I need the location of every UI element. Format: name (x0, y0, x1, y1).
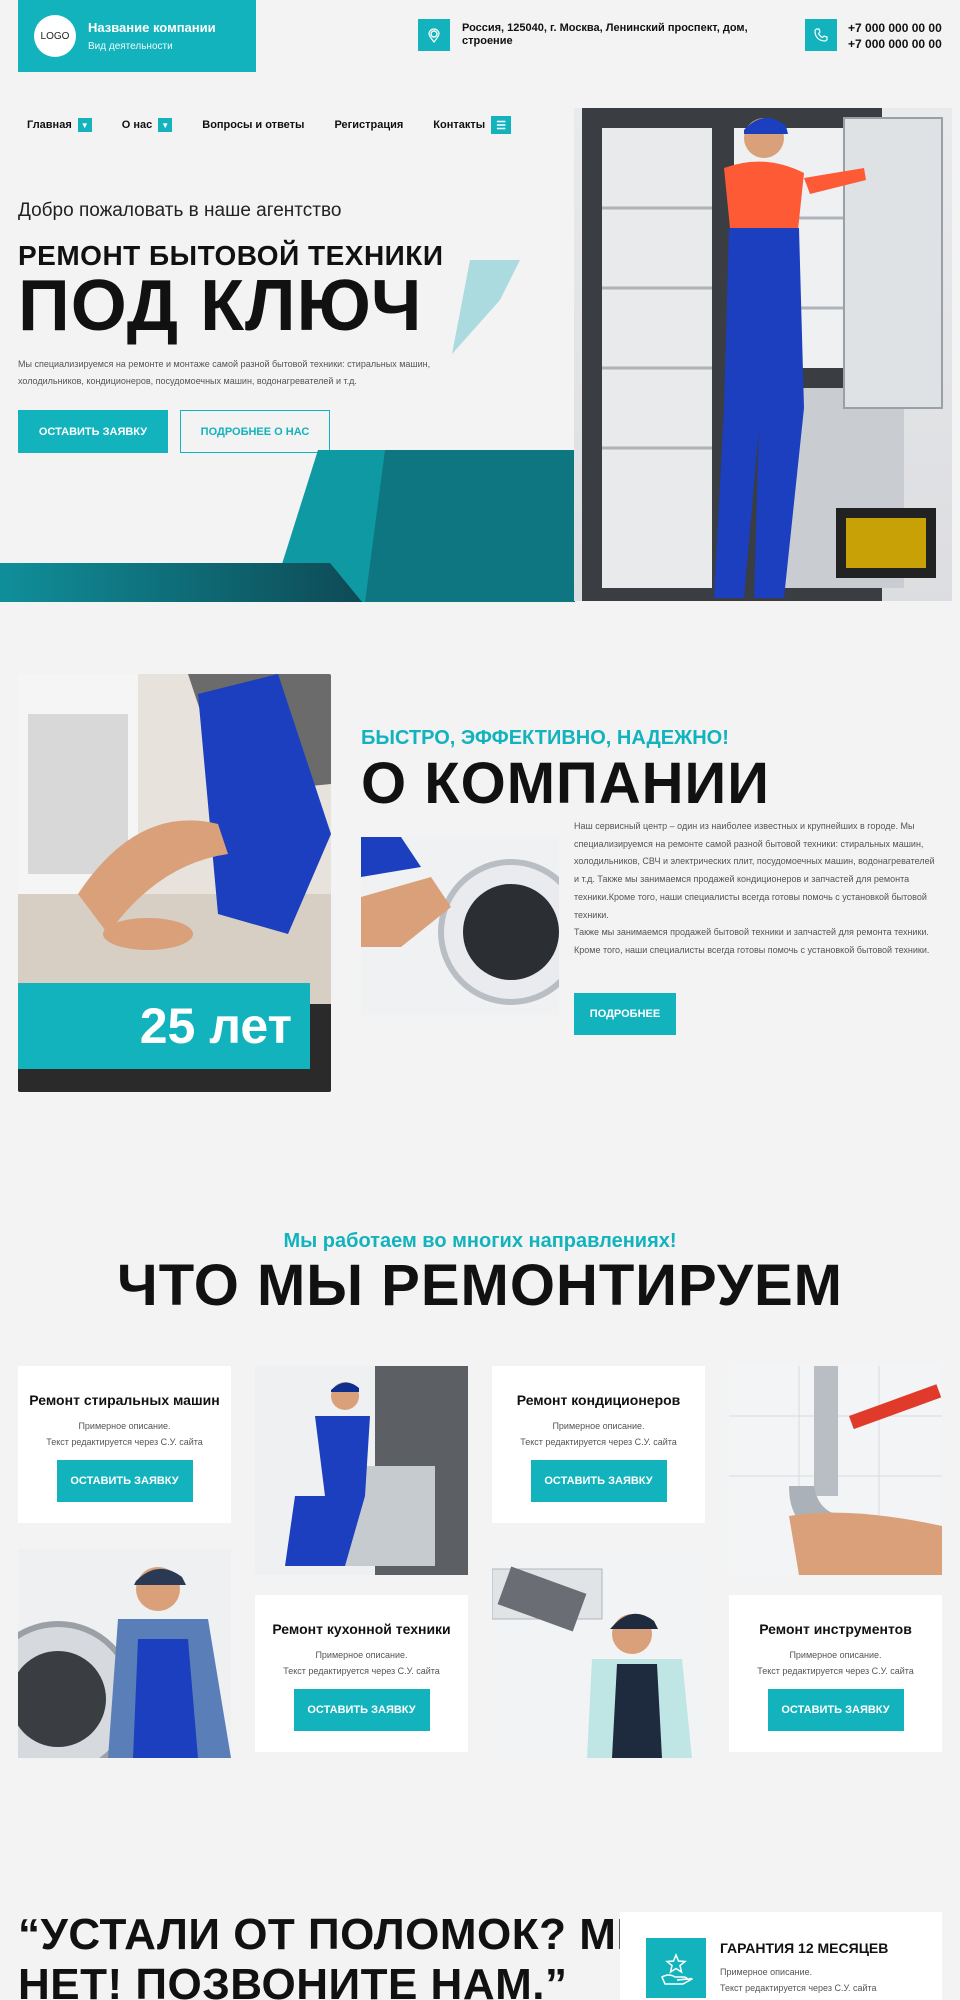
phone-2[interactable]: +7 000 000 00 00 (848, 36, 942, 52)
phones[interactable]: +7 000 000 00 00 +7 000 000 00 00 (848, 20, 942, 52)
service-request-button[interactable]: ОСТАВИТЬ ЗАЯВКУ (767, 1689, 904, 1731)
hero-welcome: Добро пожаловать в наше агентство (18, 200, 342, 221)
chevron-down-icon[interactable]: ▼ (77, 118, 92, 132)
services-title: ЧТО МЫ РЕМОНТИРУЕМ (117, 1253, 843, 1318)
chevron-down-icon[interactable]: ▼ (158, 118, 173, 132)
nav-item-contacts[interactable]: Контакты ☰ (433, 116, 512, 134)
logo-block[interactable]: LOGO Название компании Вид деятельности (18, 0, 256, 72)
nav-item-registration[interactable]: Регистрация (334, 119, 403, 131)
nav-item-faq[interactable]: Вопросы и ответы (202, 119, 304, 131)
phone-1[interactable]: +7 000 000 00 00 (848, 20, 942, 36)
company-name: Название компании (88, 20, 216, 35)
company-activity: Вид деятельности (88, 41, 173, 52)
logo: LOGO (34, 15, 76, 57)
guarantee-title: ГАРАНТИЯ 12 МЕСЯЦЕВ (720, 1940, 889, 1956)
services-subtitle: Мы работаем во многих направлениях! (283, 1230, 677, 1252)
address: Россия, 125040, г. Москва, Ленинский про… (462, 22, 748, 47)
hero-decor-shapes (0, 260, 575, 602)
service-image-washing-machine-repair (18, 1549, 231, 1758)
service-image-kitchen-appliance (255, 1366, 468, 1575)
about-image-washing-machine (361, 837, 559, 1015)
service-image-ac-repair (492, 1549, 705, 1758)
service-request-button[interactable]: ОСТАВИТЬ ЗАЯВКУ (530, 1460, 667, 1502)
service-card-tools: Ремонт инструментов Примерное описание. … (729, 1595, 942, 1752)
service-card-air-conditioners: Ремонт кондиционеров Примерное описание.… (492, 1366, 705, 1523)
about-more-button[interactable]: ПОДРОБНЕЕ (574, 993, 676, 1035)
service-card-washing-machines: Ремонт стиральных машин Примерное описан… (18, 1366, 231, 1523)
main-nav: Главная ▼ О нас ▼ Вопросы и ответы Регис… (27, 116, 541, 134)
phone-icon (805, 19, 837, 51)
years-badge: 25 лет (18, 983, 310, 1069)
guarantee-card: ГАРАНТИЯ 12 МЕСЯЦЕВ Примерное описание. … (620, 1912, 942, 2000)
quote-heading: “УСТАЛИ ОТ ПОЛОМОК? МЫ – НЕТ! ПОЗВОНИТЕ … (18, 1910, 698, 2000)
nav-item-home[interactable]: Главная ▼ (27, 118, 92, 132)
guarantee-text: Примерное описание. Текст редактируется … (720, 1967, 877, 1993)
service-request-button[interactable]: ОСТАВИТЬ ЗАЯВКУ (56, 1460, 193, 1502)
about-title: О КОМПАНИИ (361, 751, 770, 816)
nav-item-about[interactable]: О нас ▼ (122, 118, 173, 132)
about-subtitle: БЫСТРО, ЭФФЕКТИВНО, НАДЕЖНО! (361, 727, 729, 749)
service-card-kitchen-appliances: Ремонт кухонной техники Примерное описан… (255, 1595, 468, 1752)
menu-icon[interactable]: ☰ (491, 116, 512, 134)
location-icon (418, 19, 450, 51)
service-request-button[interactable]: ОСТАВИТЬ ЗАЯВКУ (293, 1689, 430, 1731)
hand-star-icon (646, 1938, 706, 1998)
hero-image-repairman-fridge (574, 108, 952, 601)
about-text: Наш сервисный центр – один из наиболее и… (574, 821, 935, 955)
service-image-plumbing (729, 1366, 942, 1575)
